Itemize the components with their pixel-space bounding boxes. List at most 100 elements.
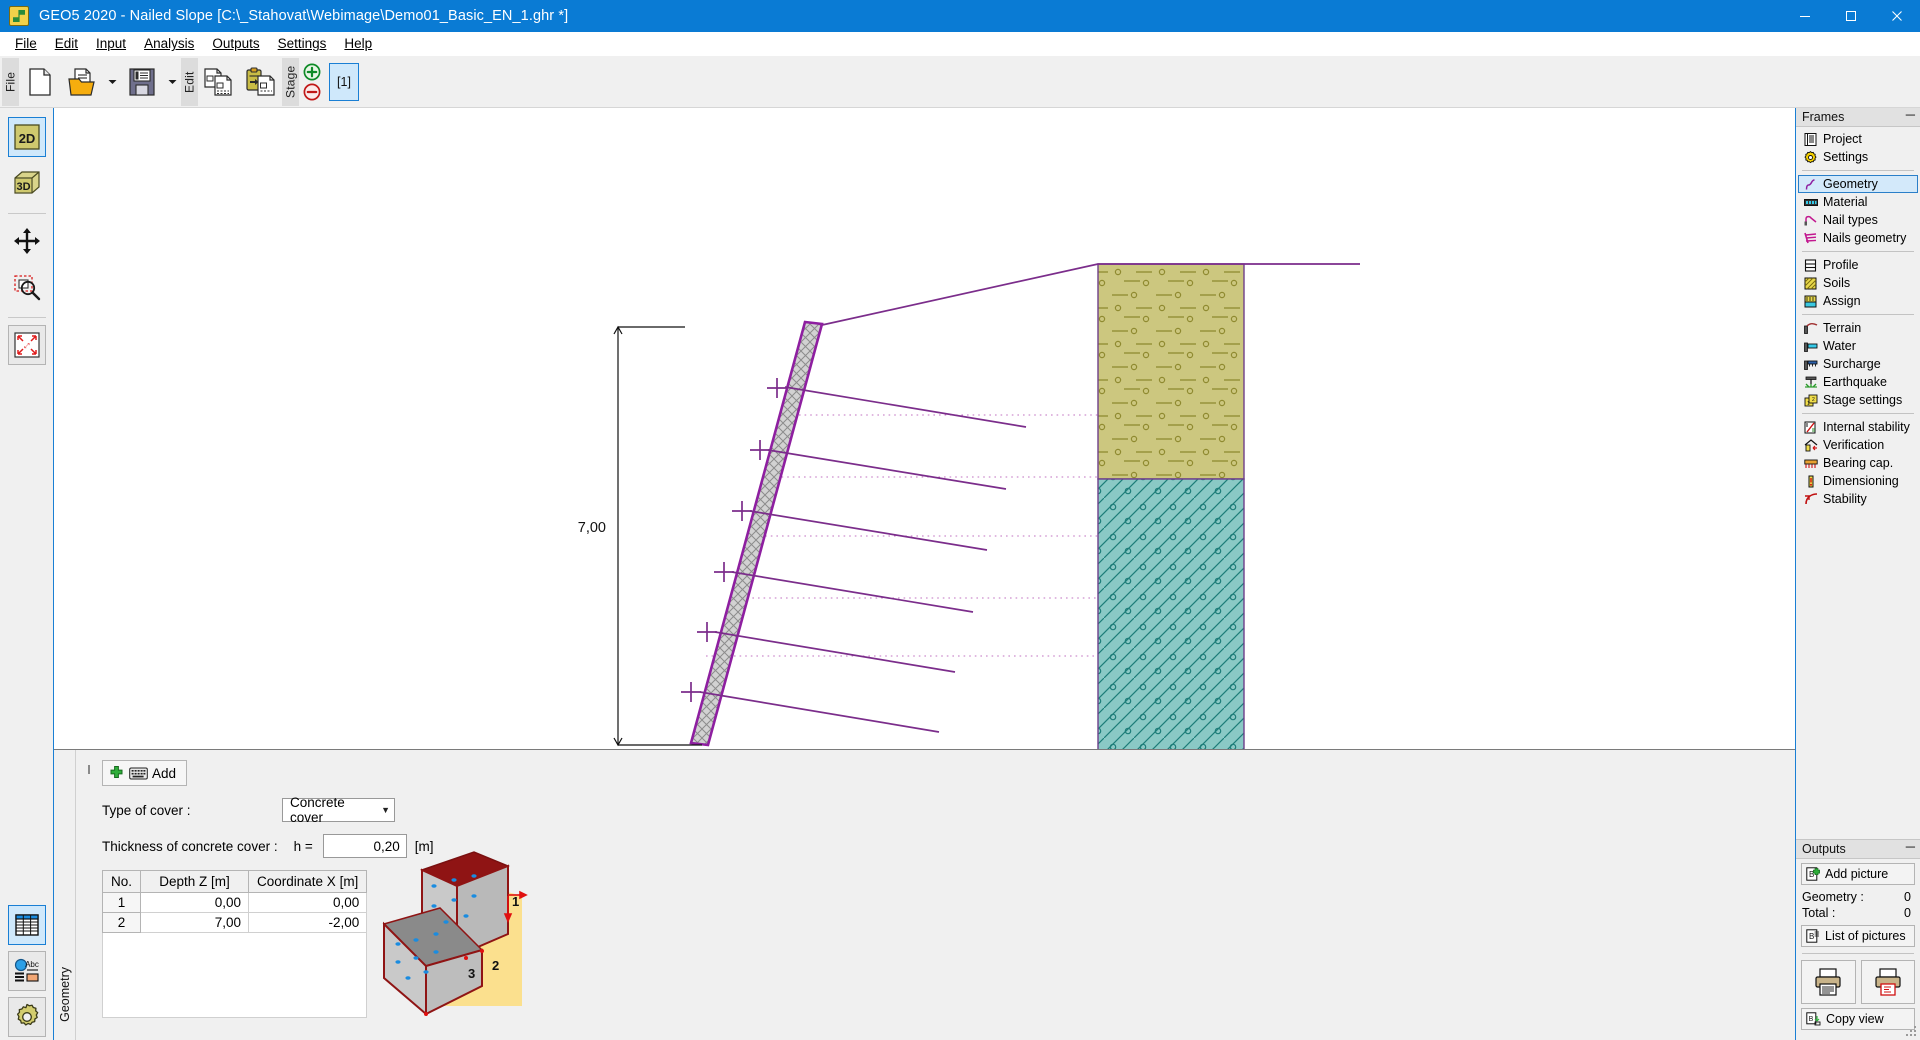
table-view-button[interactable] (7, 905, 46, 945)
preview-label-1: 1 (512, 894, 519, 909)
surcharge-icon (1803, 357, 1818, 371)
new-file-button[interactable] (20, 59, 60, 105)
menu-item-input[interactable]: Input (87, 34, 135, 53)
open-file-button[interactable] (62, 59, 102, 105)
zoom-window-button[interactable] (8, 267, 46, 307)
col-coordinate-x: Coordinate X [m] (248, 870, 368, 893)
menu-item-settings[interactable]: Settings (269, 34, 336, 53)
sidebar-item-assign[interactable]: Assign (1798, 292, 1918, 310)
paste-data-button[interactable] (241, 59, 281, 105)
list-of-pictures-button[interactable]: B List of pictures (1801, 925, 1915, 947)
sidebar-item-label: Stage settings (1823, 393, 1903, 407)
remove-stage-button[interactable] (303, 83, 321, 101)
outputs-collapse-button[interactable]: ─ (1906, 840, 1915, 856)
view-2d-button[interactable]: 2D (7, 117, 46, 157)
sidebar-item-label: Assign (1823, 294, 1861, 308)
legend-settings-button[interactable]: Abc (7, 951, 46, 991)
sidebar-item-internal-stability[interactable]: Internal stability (1798, 418, 1918, 436)
sidebar-item-label: Verification (1823, 438, 1885, 452)
add-picture-button[interactable]: B Add picture (1801, 863, 1915, 885)
col-no: No. (101, 870, 142, 893)
menu-item-edit[interactable]: Edit (46, 34, 87, 53)
table-grid-icon (14, 914, 39, 936)
zoom-selection-icon (13, 275, 40, 301)
cell-depth-z[interactable]: 0,00 (140, 892, 250, 913)
svg-text:B: B (1809, 932, 1814, 941)
cell-coordinate-x[interactable]: 0,00 (248, 892, 368, 913)
cell-coordinate-x[interactable]: -2,00 (248, 912, 368, 933)
form-tab-geometry[interactable]: Geometry (58, 967, 72, 1022)
sidebar-item-water[interactable]: Water (1798, 337, 1918, 355)
type-of-cover-select[interactable]: Concrete cover ▼ (282, 795, 395, 825)
menu-settings-label: Settings (277, 36, 327, 51)
view-3d-button[interactable]: 3D (8, 163, 46, 203)
print-button[interactable] (1801, 960, 1856, 1004)
add-row-button[interactable]: Add (102, 760, 188, 786)
menu-item-help[interactable]: Help (335, 34, 381, 53)
open-file-dropdown[interactable] (104, 59, 120, 105)
paste-data-icon (246, 67, 275, 96)
sidebar-item-project[interactable]: Project (1798, 130, 1918, 148)
maximize-button[interactable] (1828, 0, 1874, 32)
resize-grip-icon[interactable] (1906, 1026, 1918, 1038)
sidebar-item-terrain[interactable]: Terrain (1798, 319, 1918, 337)
bearing-capacity-icon (1803, 456, 1818, 470)
menu-item-analysis[interactable]: Analysis (135, 34, 203, 53)
svg-text:3D: 3D (16, 181, 30, 193)
sidebar-item-nails-geometry[interactable]: Nails geometry (1798, 229, 1918, 247)
type-of-cover-label: Type of cover : (102, 802, 191, 818)
frames-separator-1 (1802, 170, 1914, 171)
geometry-table[interactable]: No. Depth Z [m] Coordinate X [m] 1 0,00 (101, 870, 368, 1018)
minimize-button[interactable] (1782, 0, 1828, 32)
soil-profile-column (1097, 263, 1245, 749)
nail-type-icon (1803, 213, 1818, 227)
pan-tool-button[interactable] (8, 221, 46, 261)
sidebar-item-surcharge[interactable]: Surcharge (1798, 355, 1918, 373)
settings-gear-icon (1803, 150, 1818, 164)
sidebar-item-soils[interactable]: Soils (1798, 274, 1918, 292)
cell-depth-z[interactable]: 7,00 (140, 912, 250, 933)
type-of-cover-value: Concrete cover (290, 795, 345, 825)
sidebar-item-profile[interactable]: Profile (1798, 256, 1918, 274)
outputs-separator (1802, 953, 1914, 954)
close-icon (1892, 11, 1902, 21)
save-file-button[interactable] (122, 59, 162, 105)
list-of-pictures-label: List of pictures (1825, 929, 1906, 943)
stage-tab-label: [1] (337, 75, 351, 89)
sidebar-item-stage-settings[interactable]: 12 Stage settings (1798, 391, 1918, 409)
menu-item-file[interactable]: File (6, 34, 46, 53)
sidebar-item-label: Nail types (1823, 213, 1878, 227)
sidebar-item-geometry[interactable]: Geometry (1798, 175, 1918, 193)
copy-data-button[interactable] (199, 59, 239, 105)
frames-list: Project Settings Geometry Material Nail … (1796, 127, 1920, 839)
add-stage-button[interactable] (303, 63, 321, 81)
table-row[interactable]: 2 7,00 -2,00 (101, 912, 368, 933)
menu-item-outputs[interactable]: Outputs (203, 34, 268, 53)
sidebar-item-label: Dimensioning (1823, 474, 1899, 488)
material-bar-icon (1803, 195, 1818, 209)
sidebar-item-dimensioning[interactable]: Dimensioning (1798, 472, 1918, 490)
sidebar-item-settings[interactable]: Settings (1798, 148, 1918, 166)
sidebar-item-verification[interactable]: Verification (1798, 436, 1918, 454)
sidebar-item-earthquake[interactable]: Earthquake (1798, 373, 1918, 391)
add-row-label: Add (152, 765, 177, 781)
stage-buttons (299, 58, 325, 106)
sidebar-item-material[interactable]: Material (1798, 193, 1918, 211)
table-empty-row (101, 932, 368, 1018)
save-file-dropdown[interactable] (164, 59, 180, 105)
sidebar-item-nail-types[interactable]: Nail types (1798, 211, 1918, 229)
table-row[interactable]: 1 0,00 0,00 (101, 892, 368, 913)
copy-view-label: Copy view (1826, 1012, 1884, 1026)
print-preview-button[interactable] (1860, 960, 1915, 1004)
outputs-panel: Outputs ─ B Add picture Geometry : 0 Tot… (1796, 839, 1920, 1040)
close-button[interactable] (1874, 0, 1920, 32)
stage-tab-1[interactable]: [1] (329, 63, 359, 101)
sidebar-item-bearing-cap[interactable]: Bearing cap. (1798, 454, 1918, 472)
copy-view-button[interactable]: B Copy view (1801, 1008, 1915, 1030)
frames-separator-4 (1802, 413, 1914, 414)
frames-collapse-button[interactable]: ─ (1906, 108, 1915, 124)
drawing-canvas[interactable]: 7,00 (54, 108, 1795, 750)
zoom-fit-button[interactable]: ⤢ (7, 325, 46, 365)
drawing-settings-button[interactable] (7, 997, 46, 1037)
sidebar-item-stability[interactable]: Stability (1798, 490, 1918, 508)
